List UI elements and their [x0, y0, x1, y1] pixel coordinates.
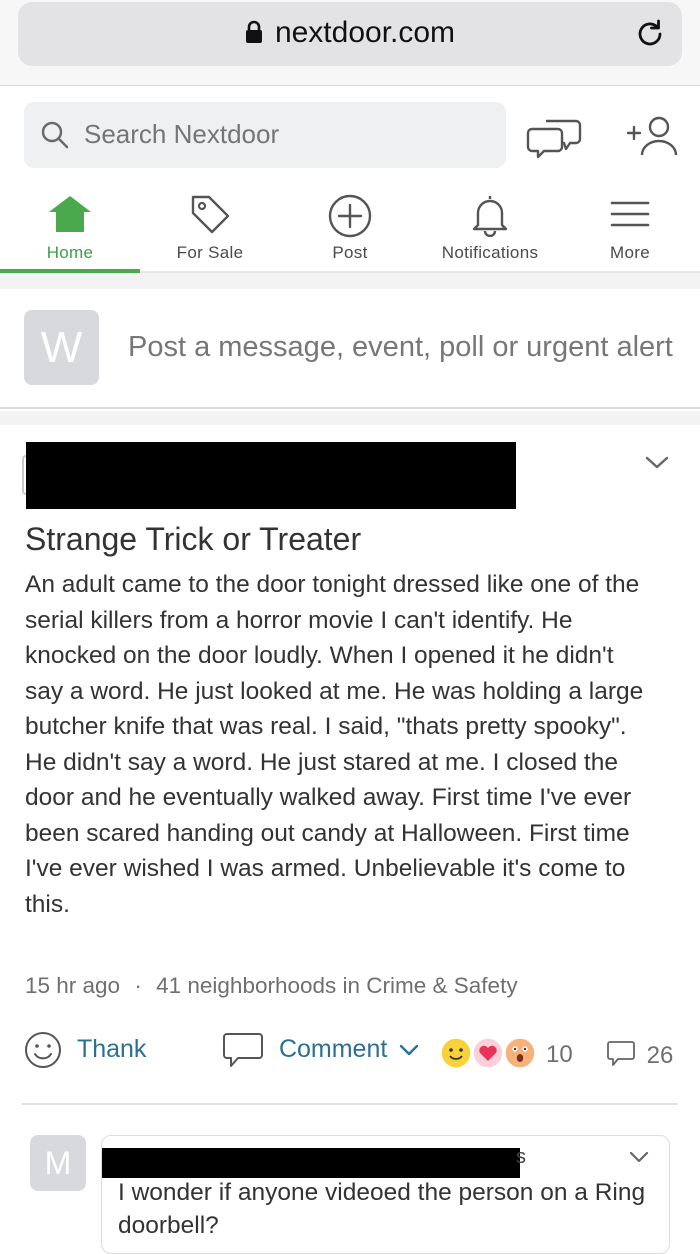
chevron-down-icon[interactable] [644, 455, 670, 471]
app-header [0, 87, 700, 187]
tab-more-label: More [610, 243, 650, 262]
comment-count-button[interactable]: 26 [606, 1039, 673, 1070]
tag-icon [191, 195, 230, 234]
comment-text: I wonder if anyone videoed the person on… [118, 1179, 646, 1239]
tab-home-label: Home [46, 243, 94, 262]
nav-tabs: Home For Sale Post Notifications More [0, 187, 700, 273]
feed-post: Strange Trick or Treater An adult came t… [0, 425, 700, 1254]
avatar: W [24, 310, 99, 385]
tab-for-sale-label: For Sale [176, 243, 244, 262]
divider [22, 1103, 678, 1105]
section-gap [0, 273, 700, 289]
tab-notifications-label: Notifications [441, 243, 539, 262]
comment-label: Comment [278, 1034, 388, 1063]
bell-icon [472, 196, 508, 237]
surprised-reaction-icon [504, 1037, 536, 1069]
section-gap [0, 411, 700, 425]
address-bar[interactable]: nextdoor.com [18, 2, 682, 66]
browser-chrome: nextdoor.com [0, 0, 700, 86]
comment-icon [607, 1041, 635, 1066]
search-icon [41, 121, 69, 149]
url-display[interactable]: nextdoor.com [18, 16, 682, 50]
composer-prompt[interactable]: Post a message, event, poll or urgent al… [128, 331, 673, 364]
comment-button[interactable]: Comment [222, 1031, 420, 1069]
reload-icon[interactable] [634, 18, 666, 50]
url-text: nextdoor.com [274, 16, 456, 49]
tab-home[interactable]: Home [0, 187, 140, 273]
thank-button[interactable]: Thank [24, 1031, 146, 1069]
tab-more[interactable]: More [560, 187, 700, 271]
home-icon [49, 196, 91, 232]
comment-icon [223, 1033, 263, 1067]
add-neighbor-icon[interactable] [626, 115, 678, 159]
search-box[interactable] [24, 102, 506, 168]
heart-reaction-icon [472, 1037, 504, 1069]
thank-label: Thank [76, 1034, 147, 1063]
menu-icon [610, 201, 650, 227]
commenter-avatar[interactable]: M [30, 1135, 86, 1191]
tab-post-label: Post [332, 243, 368, 262]
search-input[interactable] [84, 114, 484, 154]
smiley-reaction-icon [440, 1037, 472, 1069]
smile-icon [25, 1032, 61, 1068]
chevron-down-icon[interactable] [628, 1150, 650, 1164]
post-time: 15 hr ago [25, 973, 121, 998]
commenter-name-fragment: s [516, 1146, 526, 1168]
lock-icon [245, 20, 262, 43]
post-composer[interactable]: W Post a message, event, poll or urgent … [0, 289, 700, 409]
comment-count: 26 [646, 1042, 674, 1069]
redacted-commenter-name [102, 1148, 520, 1178]
post-body: An adult came to the door tonight dresse… [25, 571, 644, 918]
plus-circle-icon [328, 194, 372, 238]
meta-separator: · [134, 973, 142, 998]
post-audience[interactable]: 41 neighborhoods in Crime & Safety [156, 973, 517, 998]
messages-icon[interactable] [526, 115, 582, 159]
tab-notifications[interactable]: Notifications [420, 187, 560, 271]
reaction-count[interactable]: 10 [546, 1041, 573, 1069]
post-meta: 15 hr ago · 41 neighborhoods in Crime & … [25, 973, 518, 999]
comment-bubble: s I wonder if anyone videoed the person … [101, 1135, 670, 1254]
chevron-down-icon [400, 1044, 419, 1056]
post-title[interactable]: Strange Trick or Treater [25, 521, 361, 558]
redacted-author [26, 442, 516, 509]
tab-post[interactable]: Post [280, 187, 420, 271]
tab-for-sale[interactable]: For Sale [140, 187, 280, 271]
